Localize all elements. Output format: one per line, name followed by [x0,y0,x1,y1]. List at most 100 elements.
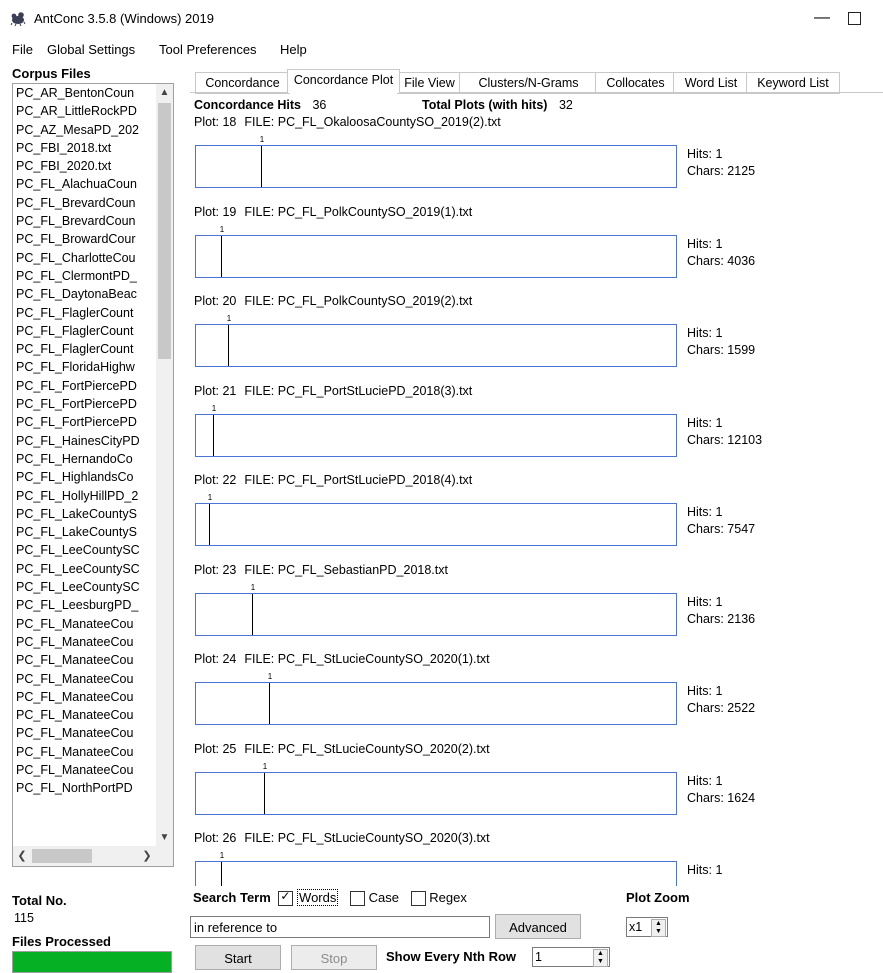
hit-marker[interactable] [252,593,253,635]
list-item[interactable]: PC_FL_ManateeCou [14,670,154,688]
list-item[interactable]: PC_FL_LakeCountyS [14,505,154,523]
list-item[interactable]: PC_FL_HighlandsCo [14,468,154,486]
tab-keyword-list[interactable]: Keyword List [746,72,840,94]
list-item[interactable]: PC_FL_LeeCountySC [14,560,154,578]
list-item[interactable]: PC_FL_FloridaHighw [14,358,154,376]
plot-barcode[interactable]: 1 [195,314,677,367]
list-item[interactable]: PC_FL_LakeCountyS [14,523,154,541]
menu-file[interactable]: File [12,42,33,57]
words-checkbox[interactable]: ✓ [278,889,294,907]
list-item[interactable]: PC_FL_HainesCityPD [14,432,154,450]
list-item[interactable]: PC_FL_LeeCountySC [14,541,154,559]
list-item[interactable]: PC_FL_ManateeCou [14,724,154,742]
spinner-arrows-icon[interactable]: ▲ ▼ [651,919,666,937]
maximize-button[interactable] [848,12,861,25]
total-plots-value: 32 [558,98,573,112]
case-checkbox[interactable] [350,891,365,907]
scroll-left-arrow-icon[interactable]: ❮ [13,846,31,866]
vertical-scrollbar[interactable]: ▲ ▼ [156,84,173,846]
list-item[interactable]: PC_FL_AlachuaCoun [14,175,154,193]
tab-concordance[interactable]: Concordance [195,72,290,94]
list-item[interactable]: PC_FL_FlaglerCount [14,340,154,358]
list-item[interactable]: PC_FBI_2018.txt [14,139,154,157]
tab-file-view[interactable]: File View [397,72,462,94]
case-label[interactable]: Case [369,890,399,905]
list-item[interactable]: PC_FL_HernandoCo [14,450,154,468]
list-item[interactable]: PC_FL_ManateeCou [14,651,154,669]
plot-header: Plot: 26 FILE: PC_FL_StLucieCountySO_2020… [194,831,490,845]
minimize-button[interactable]: — [810,6,834,30]
list-item[interactable]: PC_FL_CharlotteCou [14,249,154,267]
list-item[interactable]: PC_FL_ClermontPD_ [14,267,154,285]
scroll-up-arrow-icon[interactable]: ▲ [156,84,173,101]
list-item[interactable]: PC_FL_DaytonaBeac [14,285,154,303]
list-item[interactable]: PC_FL_ManateeCou [14,688,154,706]
hit-marker[interactable] [221,235,222,277]
list-item[interactable]: PC_FL_ManateeCou [14,633,154,651]
plot-barcode[interactable]: 1 [195,583,677,636]
list-item[interactable]: PC_FL_HollyHillPD_2 [14,487,154,505]
list-item[interactable]: PC_AR_LittleRockPD [14,102,154,120]
list-item[interactable]: PC_FL_BrevardCoun [14,194,154,212]
scrollbar-thumb[interactable] [158,103,171,359]
hit-marker[interactable] [228,325,229,366]
regex-label[interactable]: Regex [429,890,467,905]
hit-marker[interactable] [264,772,265,814]
list-item[interactable]: PC_AZ_MesaPD_202 [14,121,154,139]
stop-button[interactable]: Stop [291,945,377,970]
list-item[interactable]: PC_FL_BrevardCoun [14,212,154,230]
plot-zoom-spinner[interactable]: x1 ▲ ▼ [626,917,668,937]
list-item[interactable]: PC_FL_LeeCountySC [14,578,154,596]
horizontal-scrollbar-thumb[interactable] [32,849,92,863]
tab-collocates[interactable]: Collocates [595,72,676,94]
tab-word-list[interactable]: Word List [673,72,749,94]
plot-barcode[interactable]: 1 [195,225,677,278]
tab-clusters-ngrams[interactable]: Clusters/N-Grams [459,72,598,94]
tab-concordance-plot[interactable]: Concordance Plot [287,69,400,93]
search-term-input[interactable]: in reference to [190,916,490,938]
list-item[interactable]: PC_FL_FlaglerCount [14,304,154,322]
menu-global-settings[interactable]: Global Settings [47,42,135,57]
list-item[interactable]: PC_AR_BentonCoun [14,84,154,102]
hit-marker[interactable] [209,504,210,545]
hit-marker[interactable] [261,146,262,187]
plot-barcode[interactable]: 1 [195,851,677,886]
list-item[interactable]: PC_FL_NorthPortPD [14,779,154,797]
hit-marker[interactable] [221,862,222,886]
hit-marker-number: 1 [226,314,232,323]
list-item[interactable]: PC_FL_FortPiercePD [14,395,154,413]
plot-barcode[interactable]: 1 [195,404,677,457]
advanced-button[interactable]: Advanced [495,914,581,939]
menu-help[interactable]: Help [280,42,307,57]
hit-marker[interactable] [269,683,270,724]
list-item[interactable]: PC_FL_FlaglerCount [14,322,154,340]
list-item[interactable]: PC_FL_LeesburgPD_ [14,596,154,614]
hit-marker[interactable] [213,414,214,456]
words-label[interactable]: Words [297,889,339,906]
nth-row-spinner[interactable]: 1 ▲ ▼ [532,947,610,967]
plot-header: Plot: 23 FILE: PC_FL_SebastianPD_2018.txt [194,563,448,577]
list-item[interactable]: PC_FL_ManateeCou [14,743,154,761]
checkmark-icon: ✓ [280,889,291,904]
list-item[interactable]: PC_FL_BrowardCour [14,230,154,248]
plot-barcode[interactable]: 1 [195,672,677,725]
scroll-down-arrow-icon[interactable]: ▼ [156,829,173,846]
plot-barcode[interactable]: 1 [195,762,677,815]
start-button[interactable]: Start [195,945,281,970]
spinner-arrows-icon[interactable]: ▲ ▼ [593,949,608,967]
corpus-files-list[interactable]: PC_AR_BentonCoun PC_AR_LittleRockPD PC_AZ_… [12,83,174,867]
menu-tool-preferences[interactable]: Tool Preferences [159,42,257,57]
plot-barcode[interactable]: 1 [195,135,677,188]
list-item[interactable]: PC_FL_ManateeCou [14,706,154,724]
list-item[interactable]: PC_FL_ManateeCou [14,761,154,779]
list-item[interactable]: PC_FL_FortPiercePD [14,377,154,395]
list-item[interactable]: PC_FL_ManateeCou [14,615,154,633]
regex-checkbox[interactable] [410,891,426,907]
scroll-right-arrow-icon[interactable]: ❯ [138,846,156,866]
horizontal-scrollbar[interactable]: ❮ ❯ [13,846,173,866]
plot-barcode[interactable]: 1 [195,493,677,546]
concordance-plot-area[interactable]: Plot: 18 FILE: PC_FL_OkaloosaCountySO_201… [190,115,883,886]
corpus-files-title: Corpus Files [12,66,91,81]
list-item[interactable]: PC_FL_FortPiercePD [14,413,154,431]
list-item[interactable]: PC_FBI_2020.txt [14,157,154,175]
